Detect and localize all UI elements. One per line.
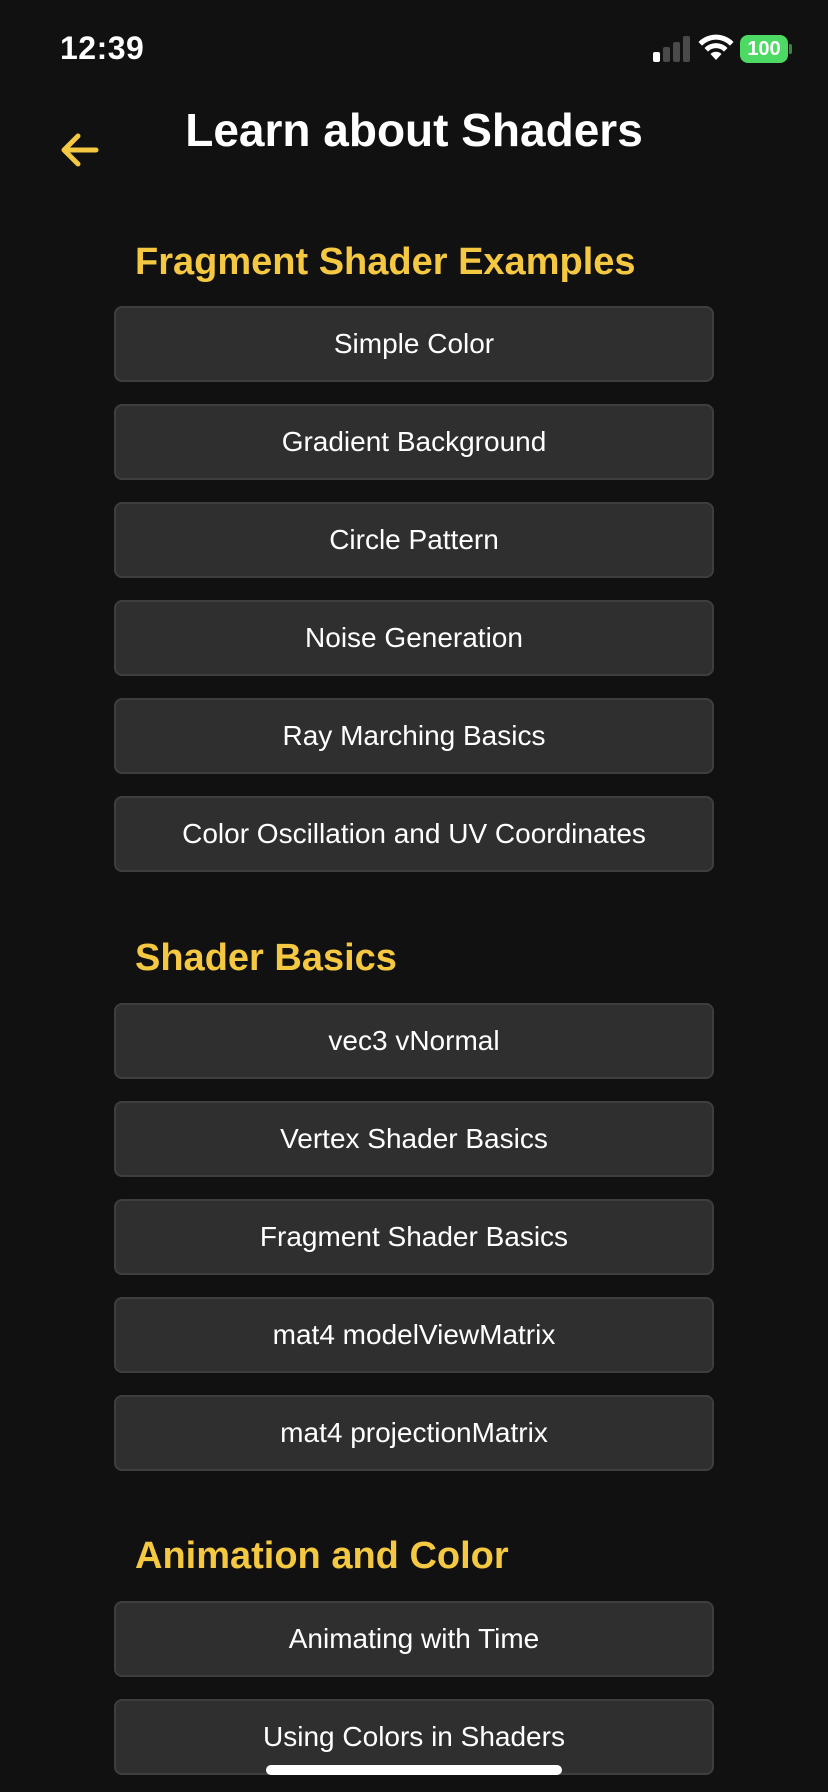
home-indicator <box>266 1765 562 1775</box>
lesson-button-mat4-projectionmatrix[interactable]: mat4 projectionMatrix <box>114 1395 714 1471</box>
section-heading-shader-basics: Shader Basics <box>135 937 397 979</box>
lesson-button-circle-pattern[interactable]: Circle Pattern <box>114 502 714 578</box>
lesson-button-ray-marching-basics[interactable]: Ray Marching Basics <box>114 698 714 774</box>
lesson-button-mat4-modelviewmatrix[interactable]: mat4 modelViewMatrix <box>114 1297 714 1373</box>
page-title: Learn about Shaders <box>185 104 643 156</box>
lesson-button-gradient-background[interactable]: Gradient Background <box>114 404 714 480</box>
section-heading-animation-and-color: Animation and Color <box>135 1535 509 1577</box>
cellular-signal-icon <box>652 36 690 62</box>
lesson-button-noise-generation[interactable]: Noise Generation <box>114 600 714 676</box>
lesson-button-vertex-shader-basics[interactable]: Vertex Shader Basics <box>114 1101 714 1177</box>
lesson-button-fragment-shader-basics[interactable]: Fragment Shader Basics <box>114 1199 714 1275</box>
lesson-button-using-colors-in-shaders[interactable]: Using Colors in Shaders <box>114 1699 714 1775</box>
lesson-button-simple-color[interactable]: Simple Color <box>114 306 714 382</box>
lesson-button-color-oscillation[interactable]: Color Oscillation and UV Coordinates <box>114 796 714 872</box>
status-bar: 12:39 100 <box>0 0 828 100</box>
battery-level: 100 <box>740 35 788 63</box>
section-heading-fragment-shader-examples: Fragment Shader Examples <box>135 241 636 283</box>
status-time: 12:39 <box>60 30 145 66</box>
battery-tip <box>789 44 792 54</box>
lesson-button-animating-with-time[interactable]: Animating with Time <box>114 1601 714 1677</box>
lesson-button-vec3-vnormal[interactable]: vec3 vNormal <box>114 1003 714 1079</box>
battery-icon: 100 <box>740 35 792 63</box>
wifi-icon <box>698 34 734 62</box>
